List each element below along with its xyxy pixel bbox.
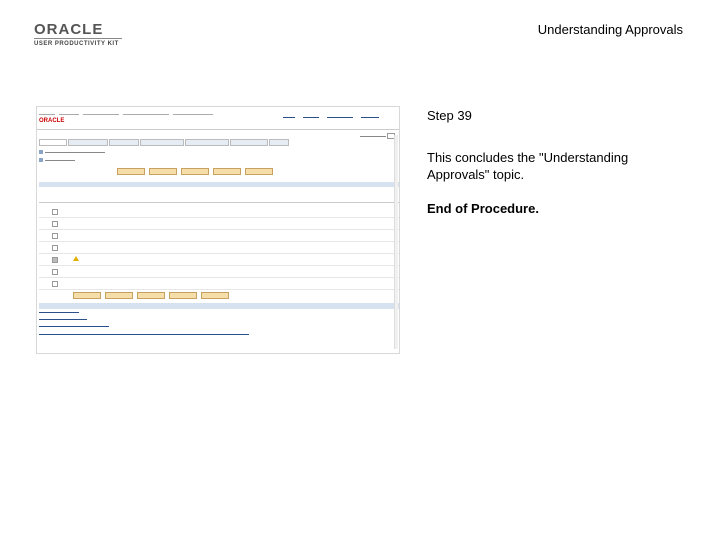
app-tabs	[39, 139, 289, 146]
grid-button	[201, 291, 229, 299]
grid-title-bar	[39, 182, 399, 187]
grid-button	[169, 291, 197, 299]
step-label: Step 39	[427, 108, 472, 123]
app-header-links	[283, 117, 379, 118]
bottom-link	[39, 326, 109, 327]
app-header: ORACLE	[37, 115, 399, 130]
scrollbar	[394, 135, 398, 349]
action-buttons	[117, 168, 273, 175]
logo-subtext: USER PRODUCTIVITY KIT	[34, 41, 119, 47]
warning-icon	[73, 256, 79, 261]
bottom-link	[39, 312, 79, 313]
step-description: This concludes the "Understanding Approv…	[427, 150, 629, 182]
grid-button	[73, 291, 101, 299]
comments-section	[39, 303, 399, 309]
action-button	[149, 168, 177, 175]
grid-button	[137, 291, 165, 299]
table-row	[39, 277, 399, 290]
grid-header	[39, 190, 399, 203]
application-screenshot: ORACLE	[36, 106, 400, 354]
logo-text: ORACLE	[34, 21, 104, 38]
section-header	[39, 149, 393, 155]
logo-divider	[34, 38, 122, 39]
section-header	[39, 157, 393, 163]
oracle-upk-logo: ORACLE USER PRODUCTIVITY KIT	[34, 22, 124, 48]
app-logo: ORACLE	[39, 118, 65, 124]
action-button	[117, 168, 145, 175]
page-title: Understanding Approvals	[537, 22, 683, 37]
action-button	[213, 168, 241, 175]
bottom-nav-links	[39, 334, 249, 335]
end-of-procedure: End of Procedure.	[427, 201, 539, 216]
bottom-link	[39, 319, 87, 320]
new-window-link	[360, 133, 395, 139]
grid-button	[105, 291, 133, 299]
action-button	[181, 168, 209, 175]
action-button	[245, 168, 273, 175]
grid-action-buttons	[39, 291, 399, 299]
